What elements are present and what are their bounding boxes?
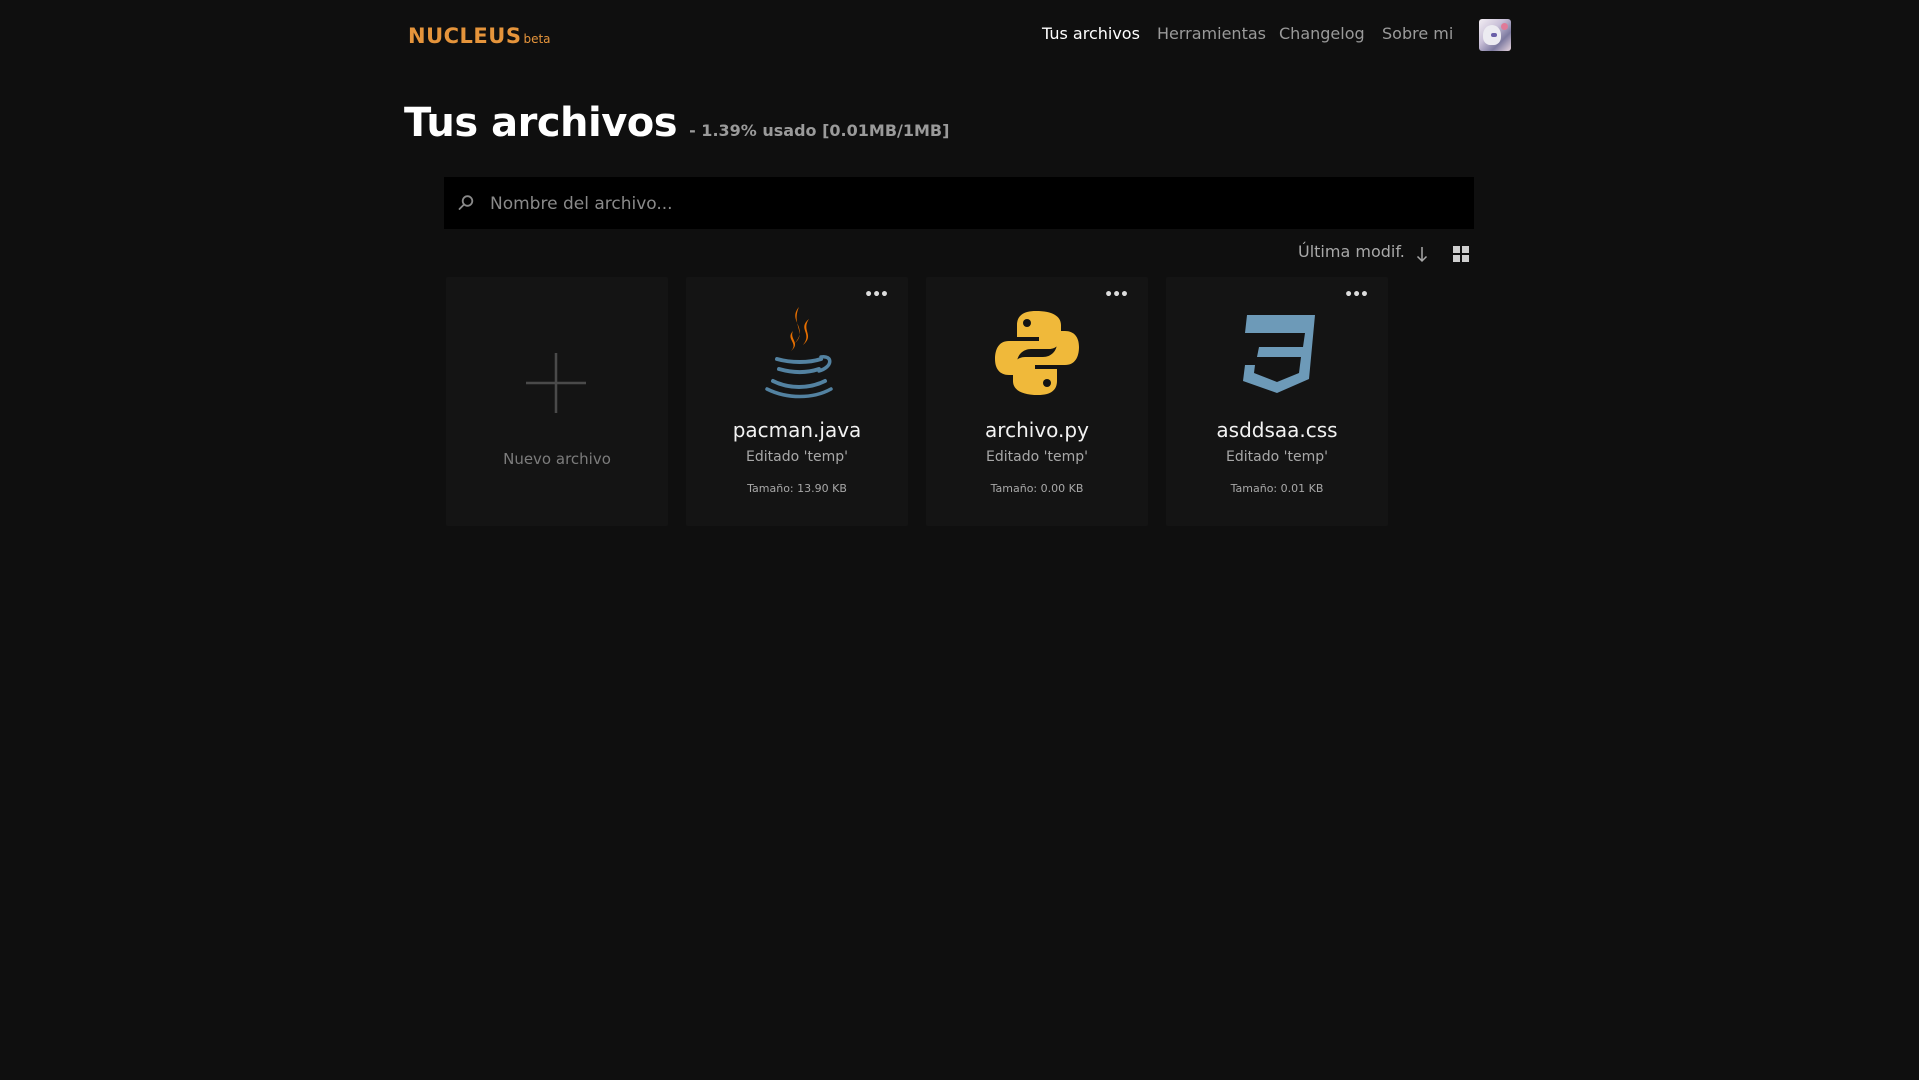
page-heading: Tus archivos - 1.39% usado [0.01MB/1MB]	[404, 100, 949, 146]
search-input[interactable]	[488, 177, 1462, 231]
nav-link-sobre-mi[interactable]: Sobre mi	[1382, 24, 1453, 43]
page-title: Tus archivos	[404, 100, 678, 146]
nav-link-herramientas[interactable]: Herramientas	[1157, 24, 1266, 43]
file-card[interactable]: ••• pacman.java Editado 'temp' Tamaño: 1…	[686, 277, 908, 526]
file-card[interactable]: ••• archivo.py Editado 'temp' Tamaño: 0.…	[926, 277, 1148, 526]
nav-link-changelog[interactable]: Changelog	[1279, 24, 1365, 43]
file-size: Tamaño: 0.01 KB	[1230, 482, 1324, 495]
file-name: asddsaa.css	[1216, 418, 1338, 442]
new-file-label: Nuevo archivo	[503, 450, 611, 468]
search-bar	[444, 177, 1474, 231]
storage-usage: - 1.39% usado [0.01MB/1MB]	[689, 121, 950, 140]
file-size: Tamaño: 13.90 KB	[747, 482, 847, 495]
file-edited: Editado 'temp'	[746, 449, 848, 465]
more-options-icon[interactable]: •••	[1104, 287, 1129, 303]
top-navbar: NUCLEUS beta Tus archivos Herramientas C…	[0, 0, 1919, 70]
more-options-icon[interactable]: •••	[864, 287, 889, 303]
grid-view-icon[interactable]	[1452, 245, 1470, 263]
search-icon	[458, 195, 474, 210]
new-file-card[interactable]: Nuevo archivo	[446, 277, 668, 526]
main-nav: Tus archivos Herramientas Changelog Sobr…	[0, 24, 1919, 48]
nav-link-tus-archivos[interactable]: Tus archivos	[1042, 24, 1140, 43]
file-size: Tamaño: 0.00 KB	[990, 482, 1084, 495]
file-edited: Editado 'temp'	[986, 449, 1088, 465]
more-options-icon[interactable]: •••	[1344, 287, 1369, 303]
file-card[interactable]: ••• asddsaa.css Editado 'temp' Tamaño: 0…	[1166, 277, 1388, 526]
file-name: archivo.py	[985, 418, 1089, 442]
python-icon	[995, 311, 1079, 395]
java-icon	[765, 307, 833, 399]
file-edited: Editado 'temp'	[1226, 449, 1328, 465]
user-avatar[interactable]	[1479, 19, 1511, 51]
arrow-down-icon[interactable]	[1414, 244, 1430, 264]
plus-icon	[526, 353, 586, 413]
sort-field-select[interactable]: Última modif.	[1298, 242, 1405, 261]
file-name: pacman.java	[732, 418, 862, 442]
css3-icon	[1243, 315, 1315, 393]
sort-toolbar: Última modif.	[1250, 242, 1475, 266]
